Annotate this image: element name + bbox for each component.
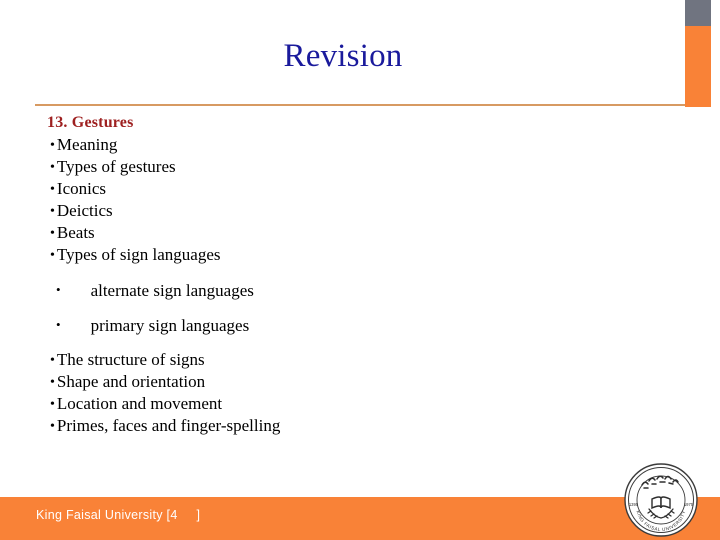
bullet-glyph-icon: • [50,182,55,197]
slide-canvas: Revision 13. Gestures • Meaning • Types of… [0,0,720,540]
bullet-glyph-icon: • [56,317,61,332]
bullet-glyph-icon: • [50,397,55,412]
content-heading: 13. Gestures [47,114,134,131]
slide-title: Revision [283,38,403,74]
bullet-label: primary sign languages [90,316,250,335]
bullet-item-primes-faces-and-finger-spelling: • Primes, faces and finger-spelling [47,415,647,437]
svg-text:1975: 1975 [684,502,694,507]
bullet-item-primary-sign-languages: • primary sign languages [47,314,647,336]
bullet-label: Beats [56,223,95,242]
bullet-item-beats: • Beats [47,222,647,244]
bullet-item-the-structure-of-signs: • The structure of signs [47,349,647,371]
bullet-glyph-icon: • [56,282,61,297]
footer-label: King Faisal University [4 ] [36,508,201,522]
king-faisal-university-seal-icon: 1395 1975 KING FAISAL UNIVERSITY [622,461,700,539]
bullet-label: Location and movement [56,394,223,413]
bullet-glyph-icon: • [50,138,55,153]
bullet-glyph-icon: • [50,226,55,241]
bullet-glyph-icon: • [50,160,55,175]
bullet-item-iconics: • Iconics [47,178,647,200]
bullet-label: Types of sign languages [56,245,221,264]
bullet-glyph-icon: • [50,248,55,263]
bullet-label: Meaning [56,135,118,154]
corner-gray-bar [685,0,711,26]
corner-orange-bar [685,26,711,107]
bullet-label: The structure of signs [56,350,205,369]
bullet-item-deictics: • Deictics [47,200,647,222]
bullet-item-types-of-sign-languages: • Types of sign languages [47,244,647,266]
bullet-label: alternate sign languages [90,281,254,300]
bullet-item-meaning: • Meaning [47,134,647,156]
bullet-label: Shape and orientation [56,372,206,391]
bullet-item-alternate-sign-languages: • alternate sign languages [47,279,647,301]
bullet-glyph-icon: • [50,375,55,390]
slide-content: 13. Gestures • Meaning • Types of gestures… [47,112,647,437]
bullet-item-shape-and-orientation: • Shape and orientation [47,371,647,393]
title-divider [35,104,685,106]
bullet-label: Iconics [56,179,106,198]
svg-text:1395: 1395 [629,502,639,507]
bullet-label: Deictics [56,201,113,220]
bullet-label: Types of gestures [56,157,176,176]
bullet-glyph-icon: • [50,419,55,434]
bullet-item-location-and-movement: • Location and movement [47,393,647,415]
bullet-label: Primes, faces and finger-spelling [56,416,281,435]
bullet-item-types-of-gestures: • Types of gestures [47,156,647,178]
bullet-glyph-icon: • [50,353,55,368]
bullet-glyph-icon: • [50,204,55,219]
